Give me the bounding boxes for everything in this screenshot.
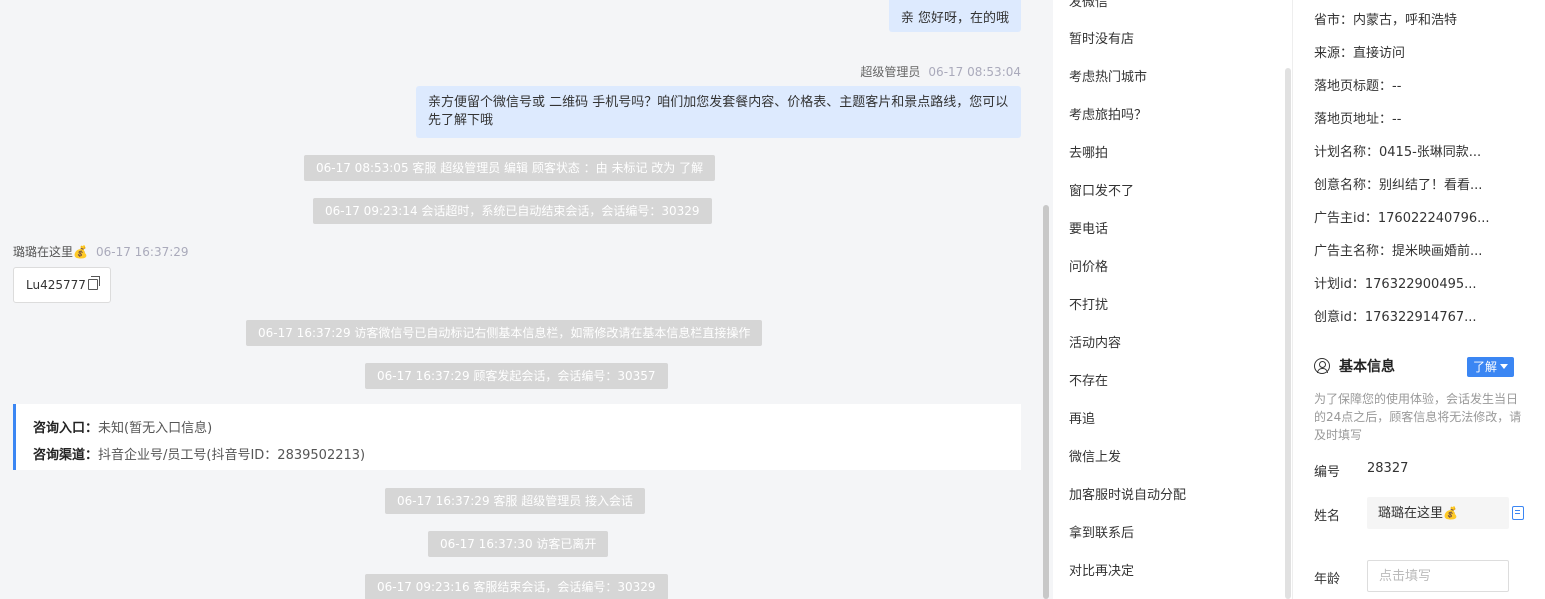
info-row-source: 来源：直接访问 xyxy=(1314,42,1405,61)
money-bag-icon: 💰 xyxy=(73,245,88,259)
customer-name-field[interactable]: 璐璐在这里💰 xyxy=(1367,497,1509,529)
customer-age-input[interactable] xyxy=(1367,560,1509,592)
quick-reply-item[interactable]: 拿到联系后 xyxy=(1069,522,1134,541)
info-value: 别纠结了！看看... xyxy=(1379,178,1483,193)
quick-reply-item[interactable]: 要电话 xyxy=(1069,218,1108,237)
info-value: 176322914767... xyxy=(1364,310,1477,325)
incoming-message-text: Lu425777 xyxy=(26,278,86,292)
quick-reply-item[interactable]: 微信上发 xyxy=(1069,446,1121,465)
app: 亲 您好呀，在的哦 超级管理员 06-17 08:53:04 亲方便留个微信号或 … xyxy=(0,0,1545,599)
outgoing-message-line: 亲方便留个微信号或 二维码 手机号吗？咱们加您发套餐内容、价格表、主题客片和景点… xyxy=(428,95,1009,110)
system-notice: 06-17 16:37:29 顾客发起会话，会话编号：30357 xyxy=(365,363,668,389)
customer-id-value: 28327 xyxy=(1367,461,1409,476)
consult-channel-row: 咨询渠道：抖音企业号/员工号(抖音号ID：2839502213) xyxy=(33,442,1004,469)
quick-reply-item[interactable]: 再追 xyxy=(1069,408,1095,427)
quick-reply-item[interactable]: 考虑旅拍吗？ xyxy=(1069,104,1147,123)
message-time: 06-17 08:53:04 xyxy=(928,65,1021,79)
quick-reply-item[interactable]: 活动内容 xyxy=(1069,332,1121,351)
copy-icon[interactable] xyxy=(87,276,100,290)
info-label: 广告主id： xyxy=(1314,211,1378,226)
info-label: 落地页标题： xyxy=(1314,79,1393,94)
copy-icon[interactable] xyxy=(1512,506,1524,520)
info-value: 内蒙古，呼和浩特 xyxy=(1353,13,1458,28)
incoming-message-meta: 璐璐在这里💰 06-17 16:37:29 xyxy=(13,243,189,260)
info-row-plan-id: 计划id：176322900495... xyxy=(1314,273,1477,292)
quick-reply-item[interactable]: 窗口发不了 xyxy=(1069,180,1134,199)
quick-reply-item[interactable]: 对比再决定 xyxy=(1069,560,1134,579)
info-label: 来源： xyxy=(1314,46,1354,61)
quick-reply-item[interactable]: 不打扰 xyxy=(1069,294,1108,313)
outgoing-message: 亲方便留个微信号或 二维码 手机号吗？咱们加您发套餐内容、价格表、主题客片和景点… xyxy=(416,86,1021,138)
quick-reply-item[interactable]: 发微信 xyxy=(1069,0,1108,10)
money-bag-icon: 💰 xyxy=(1443,506,1458,520)
customer-age-label: 年龄 xyxy=(1314,572,1341,587)
info-value: 176322900495... xyxy=(1364,277,1477,292)
info-label: 创意id： xyxy=(1314,310,1365,325)
quick-reply-item[interactable]: 问价格 xyxy=(1069,256,1108,275)
message-time: 06-17 16:37:29 xyxy=(95,245,189,259)
system-notice: 06-17 16:37:30 访客已离开 xyxy=(428,531,609,557)
info-label: 落地页地址： xyxy=(1314,112,1393,127)
customer-status-dropdown[interactable]: 了解 xyxy=(1467,357,1515,377)
info-row-landing-url: 落地页地址：-- xyxy=(1314,108,1401,127)
system-notice: 06-17 16:37:29 客服 超级管理员 接入会话 xyxy=(385,488,646,514)
outgoing-message-text: 亲 您好呀，在的哦 xyxy=(900,11,1009,26)
info-value: 直接访问 xyxy=(1353,46,1406,61)
info-label: 广告主名称： xyxy=(1314,244,1393,259)
edit-notice: 为了保障您的使用体验，会话发生当日的24点之后，顾客信息将无法修改，请及时填写 xyxy=(1314,392,1522,442)
system-notice: 06-17 16:37:29 访客微信号已自动标记右侧基本信息栏，如需修改请在基… xyxy=(246,320,763,346)
visitor-name: 璐璐在这里 xyxy=(13,245,74,259)
customer-id-label: 编号 xyxy=(1314,465,1341,480)
chat-panel: 亲 您好呀，在的哦 超级管理员 06-17 08:53:04 亲方便留个微信号或 … xyxy=(0,0,1053,599)
info-row-region: 省市：内蒙古，呼和浩特 xyxy=(1314,9,1457,28)
quick-reply-item[interactable]: 去哪拍 xyxy=(1069,142,1108,161)
outgoing-message-meta: 超级管理员 06-17 08:53:04 xyxy=(860,63,1021,80)
agent-name: 超级管理员 xyxy=(860,65,921,79)
info-row-plan-name: 计划名称：0415-张琳同款... xyxy=(1314,141,1481,160)
customer-name-label: 姓名 xyxy=(1314,509,1341,524)
caret-down-icon xyxy=(1500,364,1509,369)
user-circle-icon xyxy=(1314,358,1330,374)
info-row-landing-title: 落地页标题：-- xyxy=(1314,75,1401,94)
consult-entry-label: 咨询入口： xyxy=(33,421,99,436)
quick-reply-panel: 发微信 暂时没有店 考虑热门城市 考虑旅拍吗？ 去哪拍 窗口发不了 要电话 问价… xyxy=(1053,0,1292,599)
consult-entry-value: 未知(暂无入口信息) xyxy=(98,421,213,436)
customer-info-panel: 省市：内蒙古，呼和浩特 来源：直接访问 落地页标题：-- 落地页地址：-- 计划… xyxy=(1292,0,1545,599)
info-value: 提米映画婚前... xyxy=(1392,244,1483,259)
consult-channel-label: 咨询渠道： xyxy=(33,448,99,463)
info-value: 176022240796... xyxy=(1377,211,1490,226)
system-notice: 06-17 09:23:16 客服结束会话，会话编号：30329 xyxy=(365,574,668,599)
consult-entry-row: 咨询入口：未知(暂无入口信息) xyxy=(33,415,1004,442)
outgoing-message-line: 先了解下哦 xyxy=(428,113,494,128)
info-label: 创意名称： xyxy=(1314,178,1380,193)
info-label: 计划id： xyxy=(1314,277,1365,292)
info-label: 计划名称： xyxy=(1314,145,1380,160)
info-row-advertiser-name: 广告主名称：提米映画婚前... xyxy=(1314,240,1482,259)
consult-channel-value: 抖音企业号/员工号(抖音号ID：2839502213) xyxy=(98,448,366,463)
info-row-creative-name: 创意名称：别纠结了！看看... xyxy=(1314,174,1482,193)
quick-reply-item[interactable]: 暂时没有店 xyxy=(1069,28,1134,47)
incoming-message[interactable]: Lu425777 xyxy=(13,267,111,303)
quick-reply-item[interactable]: 考虑热门城市 xyxy=(1069,66,1147,85)
basic-info-heading: 基本信息 xyxy=(1314,356,1395,376)
basic-info-title: 基本信息 xyxy=(1339,359,1395,375)
quick-reply-scrollbar[interactable] xyxy=(1285,68,1291,599)
consult-info-card: 咨询入口：未知(暂无入口信息) 咨询渠道：抖音企业号/员工号(抖音号ID：283… xyxy=(13,404,1021,470)
quick-reply-item[interactable]: 不存在 xyxy=(1069,370,1108,389)
info-value: -- xyxy=(1392,79,1402,94)
customer-status-value: 了解 xyxy=(1473,360,1498,374)
customer-name-value: 璐璐在这里 xyxy=(1378,506,1444,521)
info-row-advertiser-id: 广告主id：176022240796... xyxy=(1314,207,1490,226)
info-row-creative-id: 创意id：176322914767... xyxy=(1314,306,1477,325)
quick-reply-item[interactable]: 加客服时说自动分配 xyxy=(1069,484,1186,503)
info-value: 0415-张琳同款... xyxy=(1379,145,1482,160)
info-label: 省市： xyxy=(1314,13,1354,28)
info-value: -- xyxy=(1392,112,1402,127)
system-notice: 06-17 08:53:05 客服 超级管理员 编辑 顾客状态 ：由 未标记 改… xyxy=(304,155,716,181)
outgoing-message: 亲 您好呀，在的哦 xyxy=(888,0,1021,32)
system-notice: 06-17 09:23:14 会话超时，系统已自动结束会话，会话编号：30329 xyxy=(313,198,712,224)
chat-scrollbar[interactable] xyxy=(1043,205,1049,599)
